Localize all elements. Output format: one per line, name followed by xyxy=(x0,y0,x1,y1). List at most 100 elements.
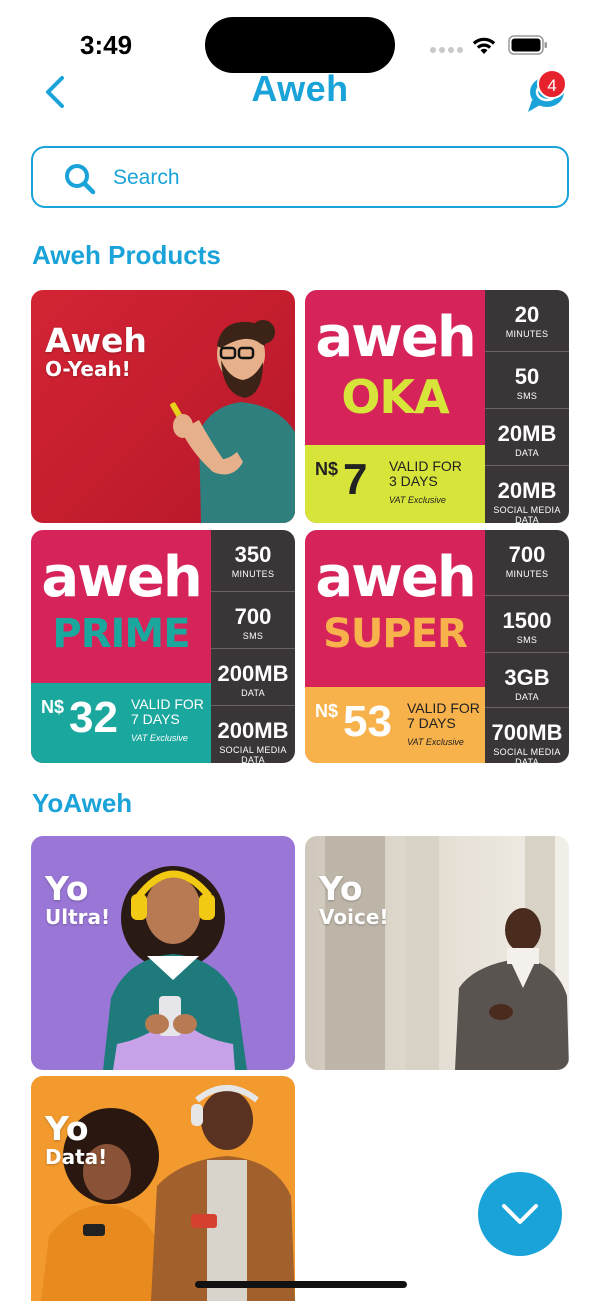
stat-value: 50 xyxy=(514,364,540,389)
stat-minutes: 350 MINUTES xyxy=(211,530,295,592)
search-input[interactable] xyxy=(113,158,553,198)
price-currency: N$ xyxy=(41,697,65,717)
section-title-yoaweh: YoAweh xyxy=(32,788,133,818)
stat-value: 1500 xyxy=(502,608,552,633)
tile-title-line1: Yo xyxy=(45,869,89,908)
search-bar[interactable] xyxy=(31,146,569,208)
cellular-signal-icon xyxy=(430,47,464,55)
stat-value: 20MB xyxy=(497,478,557,503)
person-with-phone-image xyxy=(170,320,295,523)
notification-badge: 4 xyxy=(537,69,567,99)
brand-line1: aweh xyxy=(315,305,476,370)
stat-unit: SOCIAL MEDIA DATA xyxy=(493,505,561,523)
product-tile-yo-data[interactable]: Yo Data! xyxy=(31,1076,295,1301)
tile-title-line2: Ultra! xyxy=(45,905,111,929)
price-panel: N$ 53 VALID FOR 7 DAYS VAT Exclusive xyxy=(305,687,485,763)
price-value: 53 xyxy=(343,697,392,746)
woman-with-headphones-image xyxy=(103,866,247,1070)
stat-unit: SMS xyxy=(242,631,264,641)
validity: VALID FOR 3 DAYS xyxy=(389,459,481,488)
price-value: 32 xyxy=(69,693,118,742)
product-tile-aweh-oka[interactable]: aweh OKA N$ 7 VALID FOR 3 DAYS VAT Exclu… xyxy=(305,290,569,523)
stat-unit: SMS xyxy=(516,635,538,645)
validity-line1: VALID FOR xyxy=(389,458,462,474)
tile-title: Yo Ultra! xyxy=(45,872,110,927)
stat-minutes: 20 MINUTES xyxy=(485,290,569,352)
validity-line2: 7 DAYS xyxy=(131,710,180,727)
home-indicator[interactable] xyxy=(195,1281,407,1288)
stats-panel: 20 MINUTES 50 SMS 20MB DATA 20MB SOCIAL MEDI… xyxy=(485,290,569,523)
validity-line2: 7 DAYS xyxy=(407,714,456,731)
stat-sms: 700 SMS xyxy=(211,592,295,649)
tile-title-line2: Data! xyxy=(45,1145,108,1169)
tile-title: Aweh O-Yeah! xyxy=(45,324,147,379)
stat-value: 200MB xyxy=(217,718,289,743)
tile-title-line2: Voice! xyxy=(319,905,389,929)
price-currency: N$ xyxy=(315,701,339,721)
price-panel: N$ 32 VALID FOR 7 DAYS VAT Exclusive xyxy=(31,683,211,763)
stat-value: 700 xyxy=(234,604,272,629)
product-tile-yo-voice[interactable]: Yo Voice! xyxy=(305,836,569,1070)
brand-line1: aweh xyxy=(41,545,202,610)
stat-value: 200MB xyxy=(217,661,289,686)
stat-unit: SOCIAL MEDIA DATA xyxy=(219,745,287,763)
dynamic-island xyxy=(205,17,395,73)
stat-unit: MINUTES xyxy=(505,569,549,579)
vat-note: VAT Exclusive xyxy=(389,495,446,505)
price-value: 7 xyxy=(343,455,368,504)
stat-value: 20 xyxy=(514,302,540,327)
tile-title: Yo Data! xyxy=(45,1112,107,1167)
search-icon xyxy=(65,164,96,195)
stat-unit: DATA xyxy=(241,688,265,698)
stat-value: 700 xyxy=(508,542,546,567)
stat-data: 200MB DATA xyxy=(211,649,295,706)
stat-sms: 1500 SMS xyxy=(485,596,569,653)
stats-panel: 350 MINUTES 700 SMS 200MB DATA 200MB SOCIAL … xyxy=(211,530,295,763)
stats-panel: 700 MINUTES 1500 SMS 3GB DATA 700MB SOCIAL M… xyxy=(485,530,569,763)
stat-unit: DATA xyxy=(515,692,539,702)
brand-panel: aweh PRIME N$ 32 VALID FOR 7 DAYS VAT Ex… xyxy=(31,530,211,763)
product-tile-aweh-super[interactable]: aweh SUPER N$ 53 VALID FOR 7 DAYS VAT Ex… xyxy=(305,530,569,763)
product-tile-yo-ultra[interactable]: Yo Ultra! xyxy=(31,836,295,1070)
wifi-icon xyxy=(472,37,496,54)
validity: VALID FOR 7 DAYS xyxy=(407,701,483,730)
brand-panel: aweh OKA N$ 7 VALID FOR 3 DAYS VAT Exclu… xyxy=(305,290,485,523)
stat-unit: SOCIAL MEDIA DATA xyxy=(493,747,561,763)
brand-line2: SUPER xyxy=(323,611,468,657)
page-title: Aweh xyxy=(251,68,349,109)
stat-value: 3GB xyxy=(504,665,550,690)
stat-unit: SMS xyxy=(516,391,538,401)
tile-title-line1: Yo xyxy=(45,1109,89,1148)
stat-sms: 50 SMS xyxy=(485,352,569,409)
brand-line2: OKA xyxy=(341,370,449,424)
vat-note: VAT Exclusive xyxy=(131,733,188,743)
stat-value: 20MB xyxy=(497,421,557,446)
stat-value: 700MB xyxy=(491,720,563,745)
status-time: 3:49 xyxy=(80,30,133,60)
product-tile-aweh-o-yeah[interactable]: Aweh O-Yeah! xyxy=(31,290,295,523)
price-panel: N$ 7 VALID FOR 3 DAYS VAT Exclusive xyxy=(305,445,485,523)
tile-title-line2: O-Yeah! xyxy=(45,357,131,381)
stat-value: 350 xyxy=(234,542,272,567)
stat-data: 20MB DATA xyxy=(485,409,569,466)
product-tile-aweh-prime[interactable]: aweh PRIME N$ 32 VALID FOR 7 DAYS VAT Ex… xyxy=(31,530,295,763)
validity-line2: 3 DAYS xyxy=(389,472,438,489)
tile-title: Yo Voice! xyxy=(319,872,389,927)
validity: VALID FOR 7 DAYS xyxy=(131,697,209,726)
tile-title-line1: Aweh xyxy=(45,321,147,360)
stat-unit: DATA xyxy=(515,448,539,458)
brand-panel: aweh SUPER N$ 53 VALID FOR 7 DAYS VAT Ex… xyxy=(305,530,485,763)
validity-line1: VALID FOR xyxy=(407,700,480,716)
stat-social-data: 200MB SOCIAL MEDIA DATA xyxy=(211,706,295,764)
chevron-down-icon xyxy=(502,1204,538,1224)
scroll-down-button[interactable] xyxy=(478,1172,562,1256)
section-title-aweh-products: Aweh Products xyxy=(32,240,221,270)
stat-unit: MINUTES xyxy=(231,569,275,579)
stat-data: 3GB DATA xyxy=(485,653,569,708)
battery-icon xyxy=(508,35,547,55)
stat-unit: MINUTES xyxy=(505,329,549,339)
brand-line2: PRIME xyxy=(52,611,190,657)
stat-social-data: 700MB SOCIAL MEDIA DATA xyxy=(485,708,569,764)
vat-note: VAT Exclusive xyxy=(407,737,464,747)
brand-line1: aweh xyxy=(315,545,476,610)
